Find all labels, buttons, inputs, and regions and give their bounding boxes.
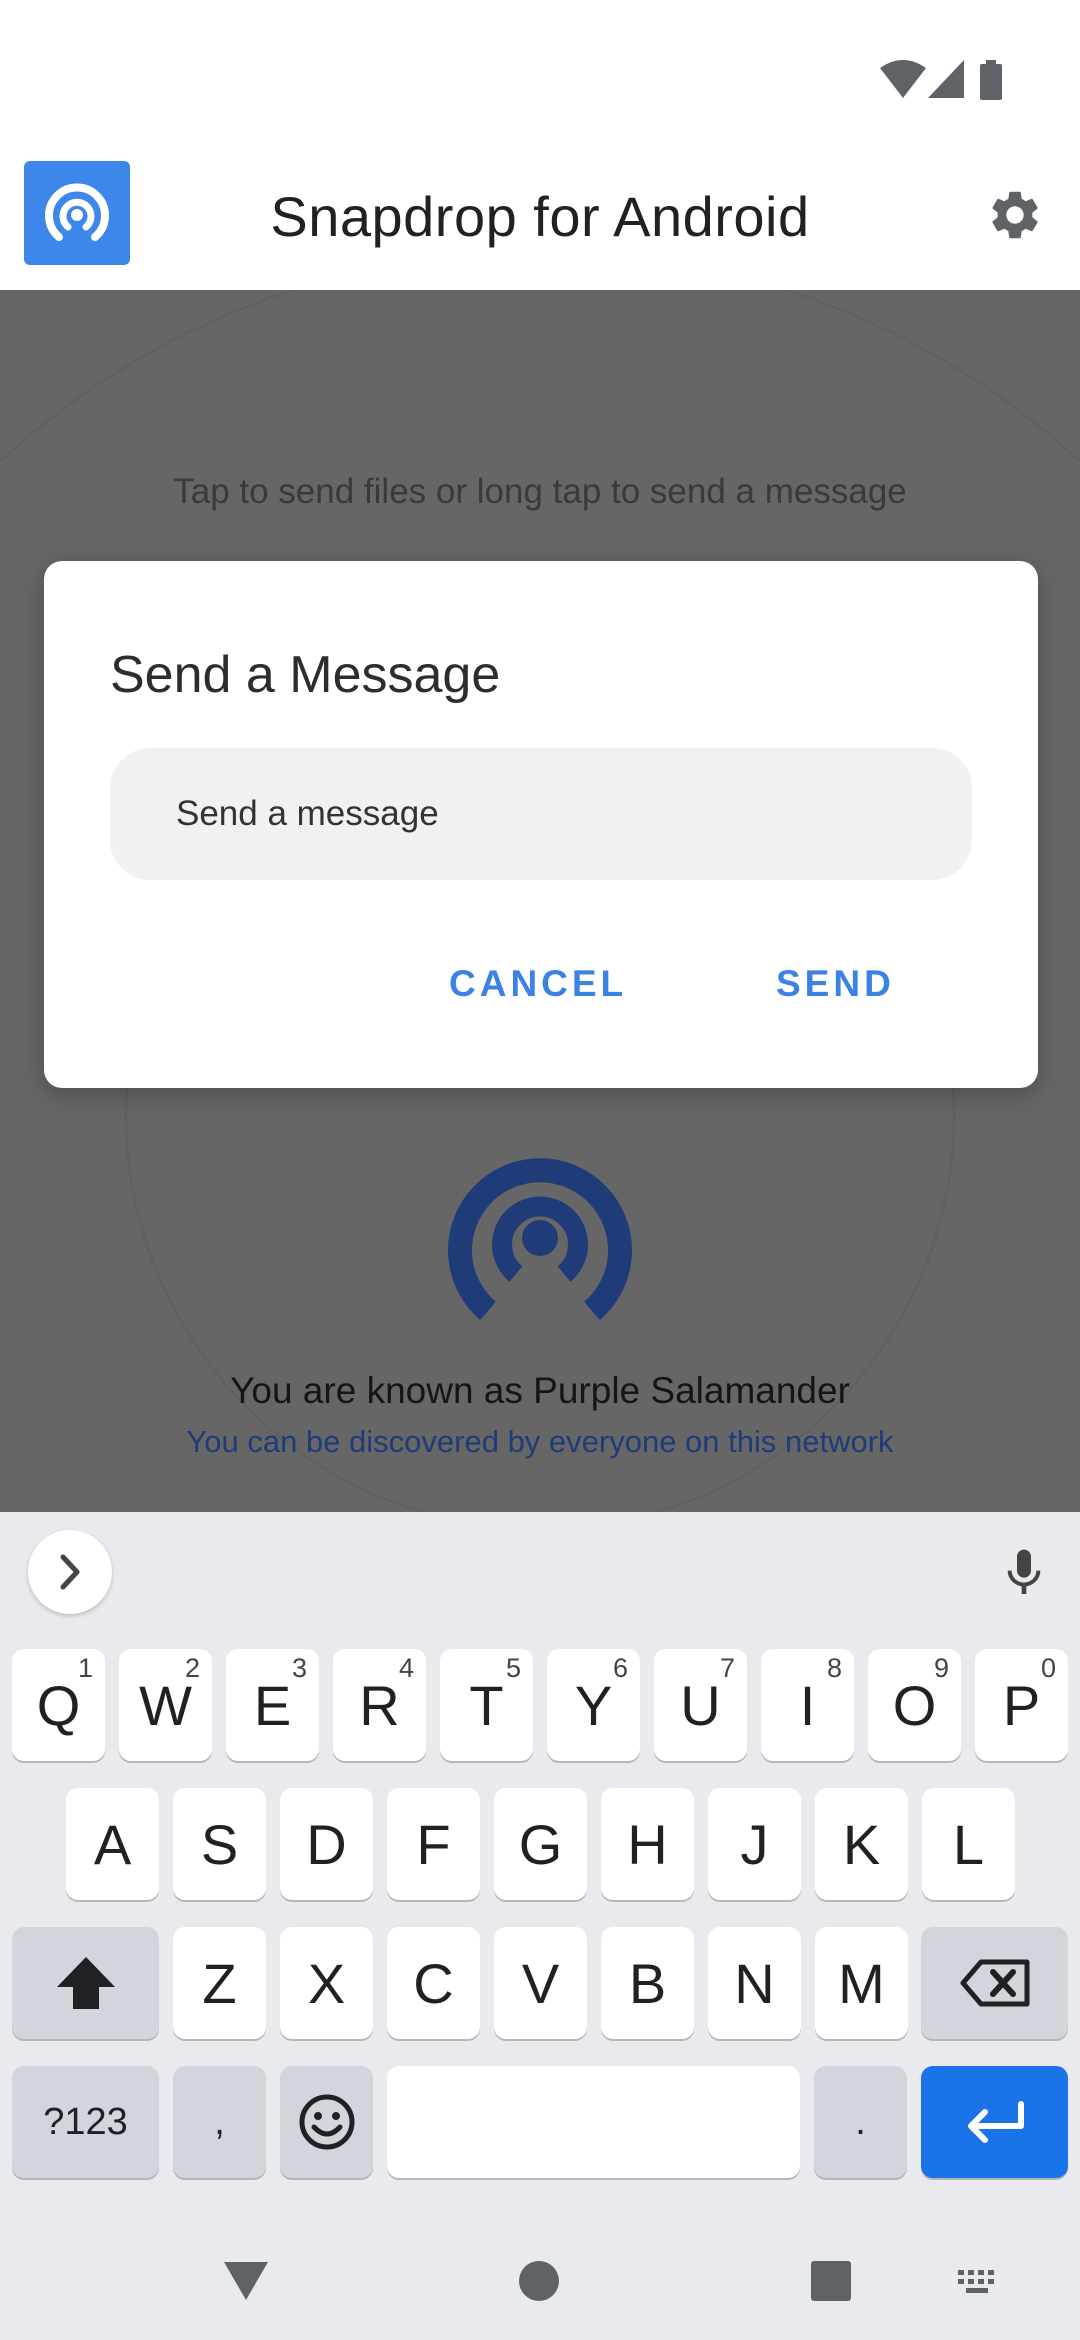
key-hint: 6 bbox=[612, 1653, 628, 1683]
shift-icon bbox=[56, 1957, 115, 2009]
settings-button[interactable] bbox=[980, 180, 1050, 250]
comma-key[interactable]: , bbox=[173, 2066, 266, 2178]
emoji-key[interactable] bbox=[280, 2066, 373, 2178]
message-input[interactable] bbox=[110, 748, 972, 880]
key-u[interactable]: U7 bbox=[654, 1649, 747, 1761]
key-m[interactable]: M bbox=[815, 1927, 908, 2039]
key-label: U bbox=[680, 1673, 721, 1737]
app-bar: Snapdrop for Android bbox=[0, 160, 1080, 290]
emoji-icon bbox=[299, 2094, 354, 2150]
key-hint: 2 bbox=[184, 1653, 200, 1683]
key-v[interactable]: V bbox=[494, 1927, 587, 2039]
key-n[interactable]: N bbox=[708, 1927, 801, 2039]
key-hint: 9 bbox=[933, 1653, 949, 1683]
key-h[interactable]: H bbox=[601, 1788, 694, 1900]
key-j[interactable]: J bbox=[708, 1788, 801, 1900]
key-label: E bbox=[253, 1673, 292, 1737]
discoverability-text: You can be discovered by everyone on thi… bbox=[186, 1424, 894, 1459]
key-hint: 7 bbox=[719, 1653, 735, 1683]
key-f[interactable]: F bbox=[387, 1788, 480, 1900]
key-hint: 3 bbox=[291, 1653, 307, 1683]
back-icon[interactable] bbox=[222, 2260, 270, 2302]
navigation-bar bbox=[0, 2222, 1080, 2340]
key-label: O bbox=[892, 1673, 937, 1737]
key-c[interactable]: C bbox=[387, 1927, 480, 2039]
enter-key[interactable] bbox=[921, 2066, 1068, 2178]
key-hint: 8 bbox=[826, 1653, 842, 1683]
dialog-title: Send a Message bbox=[110, 646, 501, 704]
key-p[interactable]: P0 bbox=[975, 1649, 1068, 1761]
hint-text: Tap to send files or long tap to send a … bbox=[173, 472, 907, 511]
key-label: I bbox=[799, 1673, 816, 1737]
cellular-signal-icon bbox=[928, 60, 964, 98]
wifi-icon bbox=[880, 60, 926, 98]
send-message-dialog: Send a Message CANCEL SEND bbox=[44, 561, 1038, 1088]
status-bar bbox=[0, 0, 1080, 160]
key-b[interactable]: B bbox=[601, 1927, 694, 2039]
key-label: Y bbox=[574, 1673, 613, 1737]
home-icon[interactable] bbox=[518, 2260, 560, 2302]
recents-icon[interactable] bbox=[810, 2260, 852, 2302]
key-label: Q bbox=[36, 1673, 81, 1737]
keyboard-switcher-icon[interactable] bbox=[956, 2268, 1002, 2296]
microphone-icon bbox=[1007, 1549, 1041, 1594]
key-label: R bbox=[359, 1673, 400, 1737]
soft-keyboard: Q1 W2 E3 R4 T5 Y6 U7 I8 O9 P0 A S D F G … bbox=[0, 1512, 1080, 2222]
cancel-button[interactable]: CANCEL bbox=[449, 963, 627, 1005]
key-d[interactable]: D bbox=[280, 1788, 373, 1900]
gear-icon bbox=[992, 191, 1038, 239]
shift-key[interactable] bbox=[12, 1927, 159, 2039]
broadcast-icon[interactable] bbox=[448, 1146, 632, 1326]
key-k[interactable]: K bbox=[815, 1788, 908, 1900]
key-t[interactable]: T5 bbox=[440, 1649, 533, 1761]
backspace-key[interactable] bbox=[921, 1927, 1068, 2039]
key-w[interactable]: W2 bbox=[119, 1649, 212, 1761]
key-r[interactable]: R4 bbox=[333, 1649, 426, 1761]
chevron-right-icon bbox=[60, 1554, 80, 1590]
key-l[interactable]: L bbox=[922, 1788, 1015, 1900]
key-x[interactable]: X bbox=[280, 1927, 373, 2039]
device-name-text: You are known as Purple Salamander bbox=[230, 1370, 850, 1411]
send-button[interactable]: SEND bbox=[776, 963, 895, 1005]
key-hint: 1 bbox=[77, 1653, 93, 1683]
key-i[interactable]: I8 bbox=[761, 1649, 854, 1761]
voice-input-button[interactable] bbox=[996, 1542, 1052, 1609]
key-q[interactable]: Q1 bbox=[12, 1649, 105, 1761]
key-a[interactable]: A bbox=[66, 1788, 159, 1900]
app-title: Snapdrop for Android bbox=[270, 185, 810, 248]
key-z[interactable]: Z bbox=[173, 1927, 266, 2039]
key-label: T bbox=[469, 1673, 504, 1737]
enter-icon bbox=[967, 2101, 1024, 2143]
key-s[interactable]: S bbox=[173, 1788, 266, 1900]
key-g[interactable]: G bbox=[494, 1788, 587, 1900]
key-hint: 4 bbox=[398, 1653, 414, 1683]
key-e[interactable]: E3 bbox=[226, 1649, 319, 1761]
key-hint: 0 bbox=[1040, 1653, 1056, 1683]
period-key[interactable]: . bbox=[814, 2066, 907, 2178]
symbols-key[interactable]: ?123 bbox=[12, 2066, 159, 2178]
keyboard-expand-button[interactable] bbox=[28, 1530, 112, 1614]
backspace-icon bbox=[960, 1959, 1029, 2007]
key-o[interactable]: O9 bbox=[868, 1649, 961, 1761]
space-key[interactable] bbox=[387, 2066, 800, 2178]
key-hint: 5 bbox=[505, 1653, 521, 1683]
key-y[interactable]: Y6 bbox=[547, 1649, 640, 1761]
battery-icon bbox=[980, 60, 1002, 100]
key-label: P bbox=[1002, 1673, 1041, 1737]
